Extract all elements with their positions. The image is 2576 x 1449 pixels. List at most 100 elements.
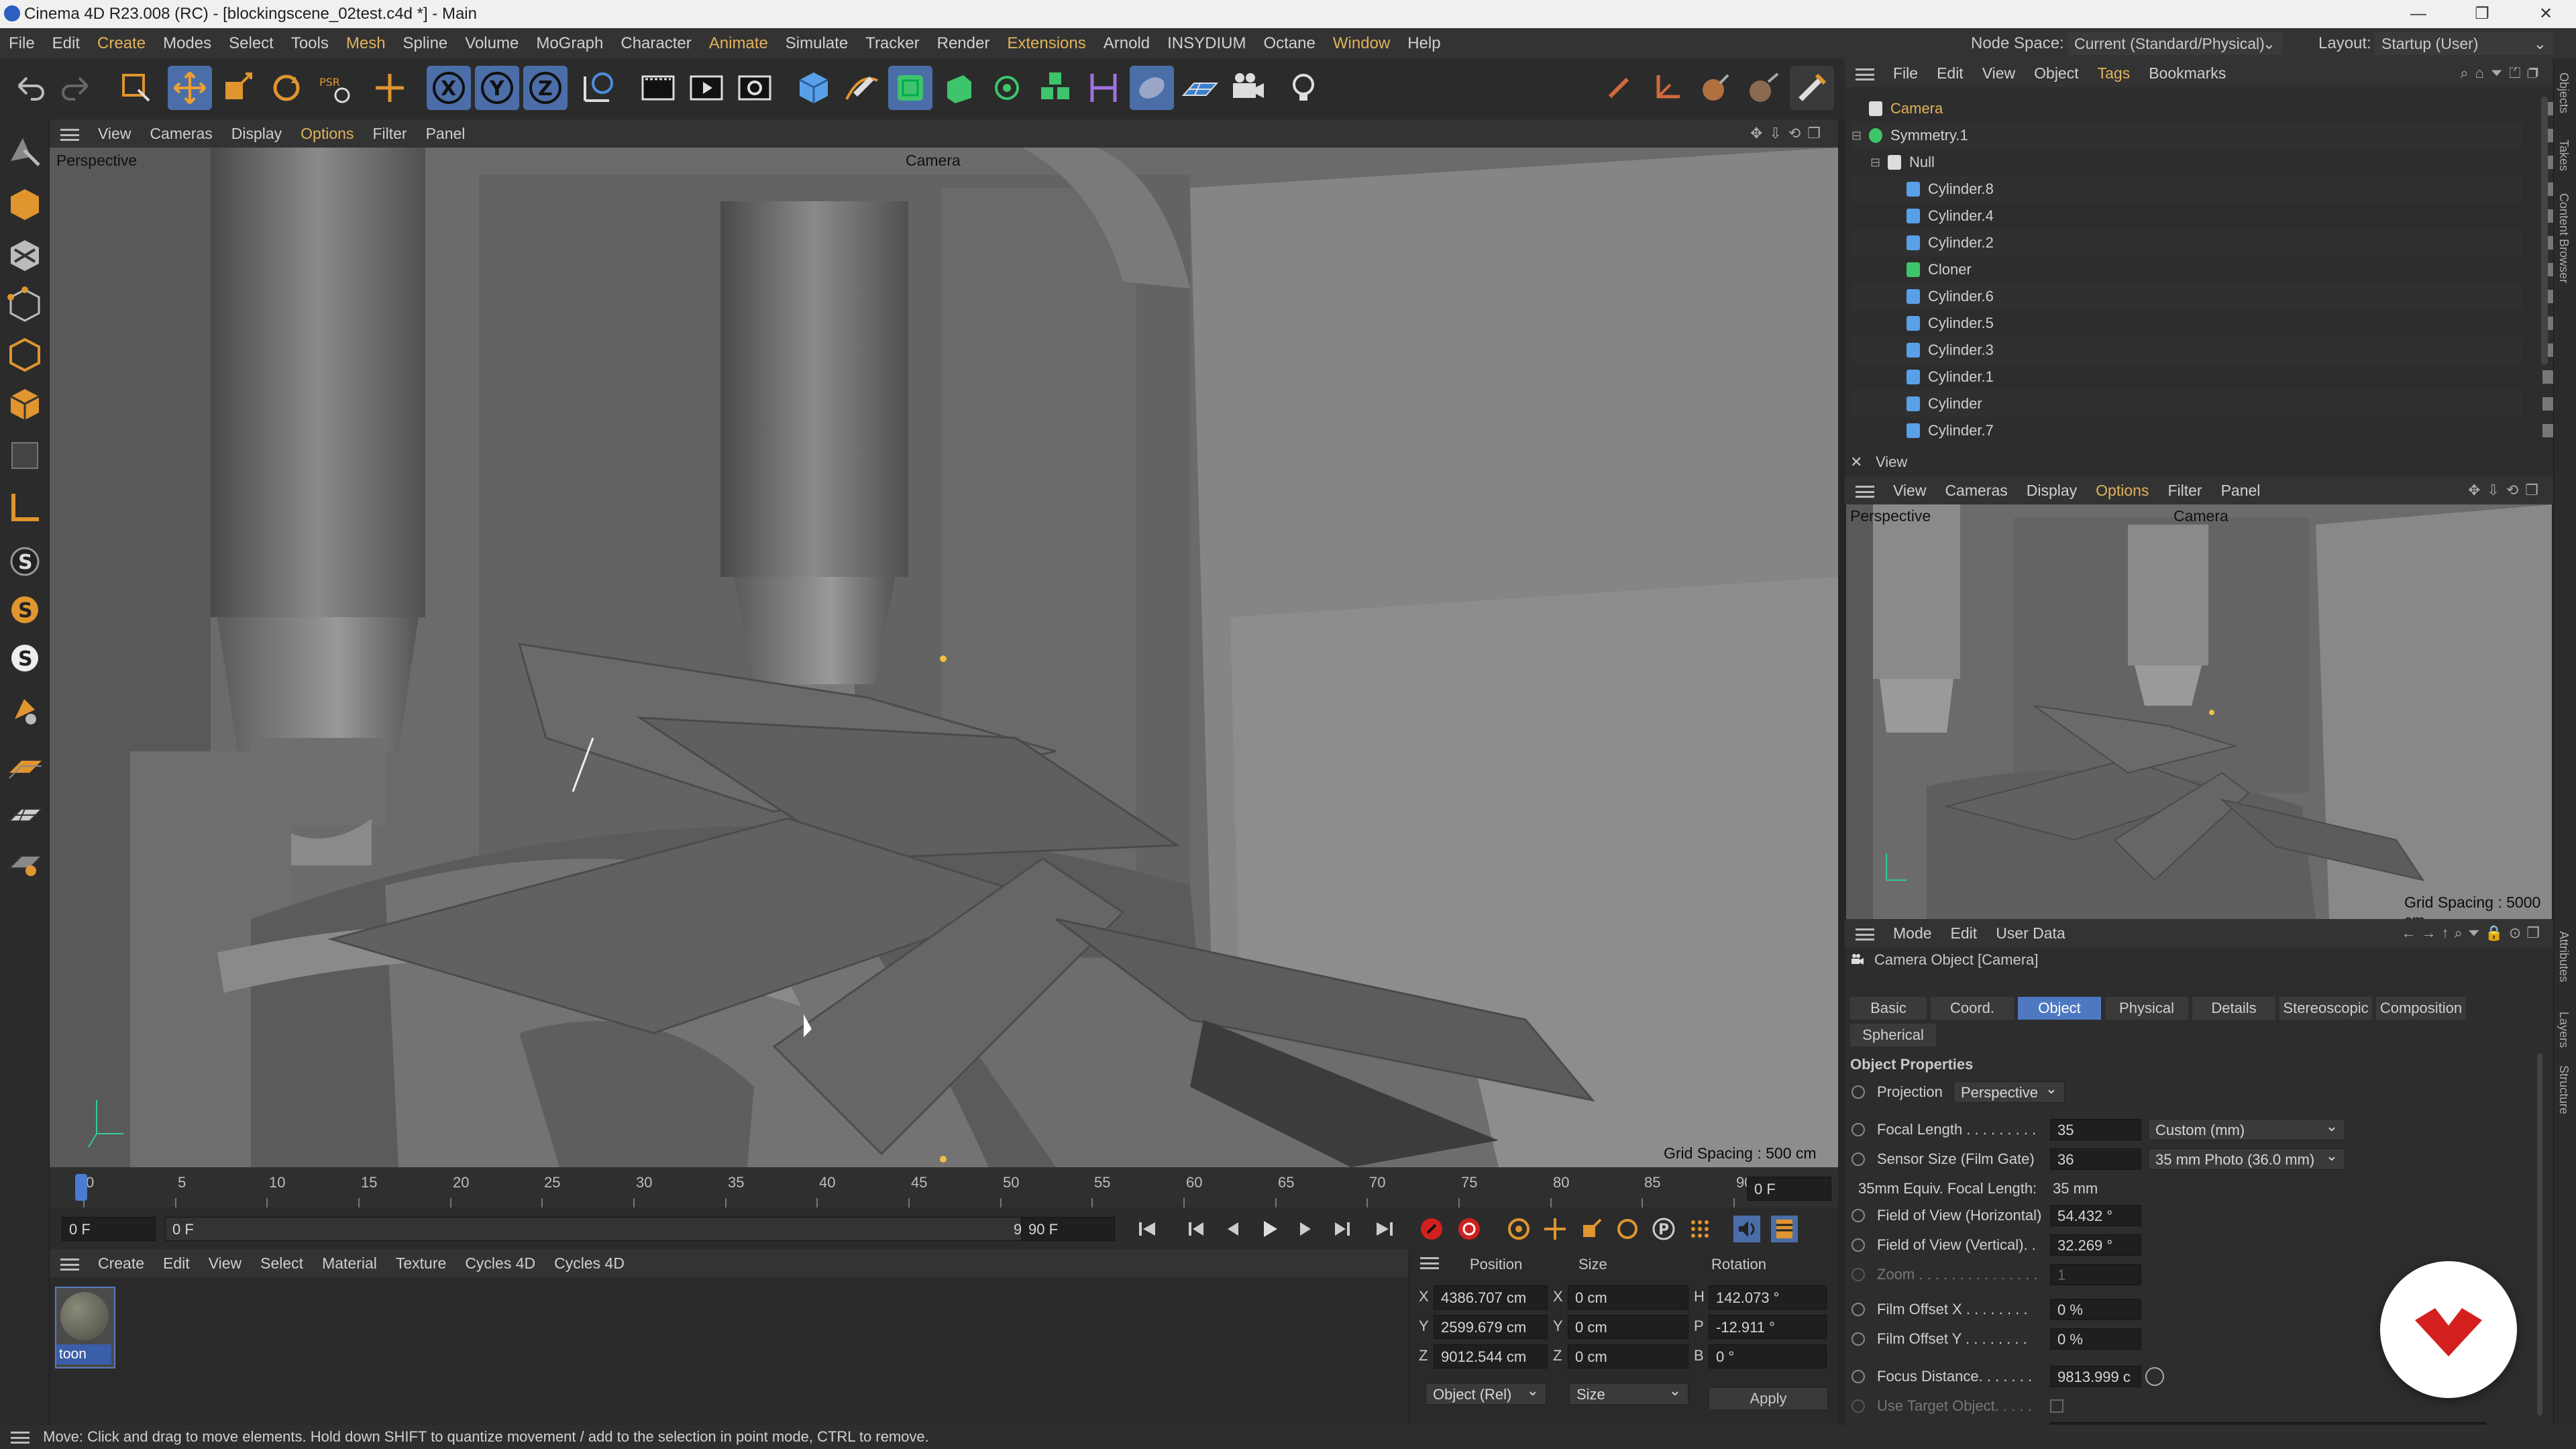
object-row[interactable]: ⊟Symmetry.1✓	[1851, 122, 2568, 149]
object-row[interactable]: Cylinder.8✓●	[1851, 176, 2576, 203]
tab-composition[interactable]: Composition	[2376, 997, 2466, 1020]
viewport-menu-display-2[interactable]: Display	[222, 119, 291, 148]
viewport-menu-cameras-1[interactable]: Cameras	[140, 119, 221, 148]
menu-modes-3[interactable]: Modes	[154, 28, 220, 59]
strip-tab-objects[interactable]: Objects	[2557, 72, 2571, 113]
attribute-nav-icons[interactable]: ←→↑⌕⏷🔒⊙❐	[2402, 919, 2545, 947]
object-menu-bookmarks-5[interactable]: Bookmarks	[2139, 59, 2235, 87]
hamburger-icon[interactable]	[11, 1432, 30, 1444]
property-value-field[interactable]: 9813.999 c	[2050, 1366, 2141, 1387]
close-button[interactable]: ✕	[2516, 1, 2576, 27]
use-target-checkbox[interactable]	[2050, 1399, 2063, 1413]
axis-mode-icon[interactable]	[1645, 66, 1689, 110]
undo-icon[interactable]	[7, 66, 51, 110]
rotation-field[interactable]: 0 °	[1709, 1344, 1827, 1368]
render-settings-icon[interactable]	[733, 66, 777, 110]
previous-frame-icon[interactable]	[1220, 1216, 1246, 1242]
coordinate-system-icon[interactable]	[576, 66, 620, 110]
autokey-icon[interactable]	[1456, 1216, 1483, 1242]
object-row[interactable]: Camera	[1851, 95, 2555, 122]
object-row[interactable]: Cylinder.1✓●	[1851, 364, 2576, 390]
material-menu-cycles-4d-7[interactable]: Cycles 4D	[545, 1249, 634, 1277]
scale-key-icon[interactable]	[1578, 1216, 1605, 1242]
attribute-menu-user-data-2[interactable]: User Data	[1986, 919, 2075, 947]
property-value-field[interactable]: 36	[2050, 1148, 2141, 1170]
menu-select-4[interactable]: Select	[220, 28, 282, 59]
object-row[interactable]: Cylinder.5✓●	[1851, 310, 2576, 337]
field-icon[interactable]	[1130, 66, 1174, 110]
tab-coord-[interactable]: Coord.	[1931, 997, 2014, 1020]
locked-workplane-icon[interactable]	[4, 794, 46, 836]
property-value-field[interactable]: 1	[2050, 1264, 2141, 1285]
object-row[interactable]: Cylinder✓●	[1851, 390, 2576, 417]
render-view-icon[interactable]	[636, 66, 680, 110]
subdivision-surface-icon[interactable]	[888, 66, 932, 110]
tab-stereoscopic[interactable]: Stereoscopic	[2279, 997, 2372, 1020]
projection-dropdown[interactable]: Perspective	[1953, 1078, 2065, 1103]
animate-radio-icon[interactable]	[1851, 1123, 1865, 1136]
position-field[interactable]: 4386.707 cm	[1434, 1285, 1548, 1309]
menu-file-0[interactable]: File	[0, 28, 44, 59]
strip-tab-structure[interactable]: Structure	[2557, 1065, 2571, 1114]
camera-icon[interactable]	[1226, 66, 1271, 110]
next-key-icon[interactable]	[1328, 1216, 1355, 1242]
strip-tab-content-browser[interactable]: Content Browser	[2557, 193, 2571, 283]
solo-icon[interactable]: S	[4, 541, 46, 582]
viewport-menu-options-3[interactable]: Options	[291, 119, 363, 148]
object-row[interactable]: Cylinder.7✓●	[1851, 417, 2576, 444]
menu-spline-7[interactable]: Spline	[394, 28, 457, 59]
main-viewport[interactable]: Perspective Camera Grid Spacing : 500 cm	[50, 148, 1838, 1167]
object-menu-view-2[interactable]: View	[1973, 59, 2025, 87]
tab-physical[interactable]: Physical	[2105, 997, 2188, 1020]
property-preset-dropdown[interactable]: 35 mm Photo (36.0 mm)	[2148, 1145, 2345, 1170]
viewport-menu-view-0[interactable]: View	[89, 119, 140, 148]
animate-radio-icon[interactable]	[1851, 1268, 1865, 1281]
material-menu-view-2[interactable]: View	[199, 1249, 251, 1277]
pick-distance-icon[interactable]	[2145, 1367, 2164, 1386]
model-mode-icon[interactable]	[4, 184, 46, 225]
mograph-cubes-icon[interactable]	[1033, 66, 1077, 110]
object-row[interactable]: Cloner✓	[1851, 256, 2568, 283]
keyframe-selection-icon[interactable]	[1505, 1216, 1532, 1242]
apply-button[interactable]: Apply	[1709, 1387, 1828, 1410]
go-to-start-icon[interactable]	[1134, 1216, 1161, 1242]
x-axis-lock-icon[interactable]: X	[427, 66, 471, 110]
object-row[interactable]: Cylinder.2✓●	[1851, 229, 2576, 256]
texture-mode-icon[interactable]	[4, 235, 46, 276]
hamburger-icon[interactable]	[60, 1258, 79, 1271]
strip-tab-takes[interactable]: Takes	[2557, 140, 2571, 171]
menu-create-2[interactable]: Create	[89, 28, 154, 59]
model-mode-icon[interactable]	[1597, 66, 1641, 110]
workplane-mode-icon[interactable]	[4, 747, 46, 789]
animate-radio-icon[interactable]	[1851, 1399, 1865, 1413]
viewport-menu-filter-4[interactable]: Filter	[363, 119, 416, 148]
object-manager-tool-icons[interactable]: ⌕⌂⏷⏍❐	[2460, 59, 2545, 87]
object-row[interactable]: Cylinder.3✓●	[1851, 337, 2576, 364]
pen-spline-icon[interactable]	[840, 66, 884, 110]
position-field[interactable]: 2599.679 cm	[1434, 1315, 1548, 1339]
extrude-icon[interactable]	[936, 66, 981, 110]
property-value-field[interactable]: 0 %	[2050, 1299, 2141, 1320]
scale-tool-icon[interactable]	[216, 66, 260, 110]
tab-spherical[interactable]: Spherical	[1850, 1024, 1936, 1046]
animate-radio-icon[interactable]	[1851, 1332, 1865, 1346]
animate-radio-icon[interactable]	[1851, 1370, 1865, 1383]
planar-workplane-icon[interactable]	[4, 841, 46, 883]
hamburger-icon[interactable]	[60, 129, 79, 142]
object-manager-scrollbar[interactable]	[2541, 97, 2548, 365]
expand-toggle-icon[interactable]: ⊟	[1870, 149, 1880, 176]
deformer-icon[interactable]	[1081, 66, 1126, 110]
material-menu-material-4[interactable]: Material	[313, 1249, 386, 1277]
size-mode-dropdown[interactable]: Size	[1569, 1380, 1688, 1405]
live-selection-icon[interactable]	[114, 66, 158, 110]
solo-selection-icon[interactable]: S	[4, 637, 46, 679]
object-row[interactable]: Cylinder.4✓●	[1851, 203, 2576, 229]
menu-window-19[interactable]: Window	[1324, 28, 1399, 59]
size-field[interactable]: 0 cm	[1568, 1285, 1688, 1309]
size-field[interactable]: 0 cm	[1568, 1315, 1688, 1339]
frame-range-slider[interactable]: 0 F 90 F	[165, 1217, 1053, 1241]
playhead-handle[interactable]	[75, 1174, 87, 1201]
menu-character-10[interactable]: Character	[612, 28, 700, 59]
menu-edit-1[interactable]: Edit	[44, 28, 89, 59]
points-mode-icon[interactable]	[4, 284, 46, 326]
